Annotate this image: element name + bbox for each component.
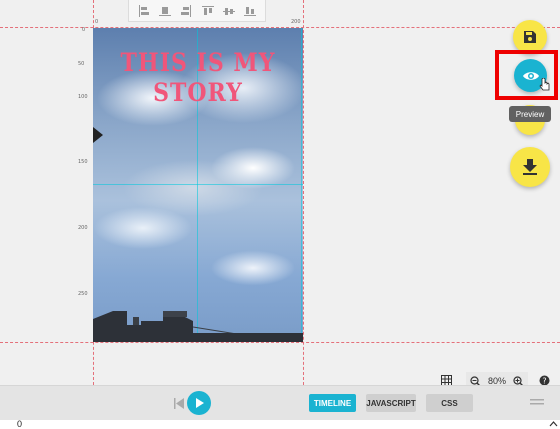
footer-bar: 0 [0, 420, 560, 429]
vertical-ruler: 0 50 100 150 200 250 [78, 25, 90, 345]
preview-tooltip: Preview [509, 106, 551, 122]
play-icon [195, 398, 204, 408]
bottom-bar: TIMELINE JAVASCRIPT CSS [0, 385, 560, 421]
ruler-left-label: 50 [78, 61, 85, 67]
ruler-left-label: 100 [78, 94, 88, 100]
skip-back-icon[interactable] [174, 398, 184, 409]
align-bottom-icon[interactable] [243, 4, 257, 18]
align-center-icon[interactable] [158, 4, 172, 18]
ruler-left-label: 250 [78, 291, 88, 297]
ruler-top-label: 0 [95, 19, 99, 25]
save-button[interactable] [513, 20, 547, 54]
ruler-left-label: 150 [78, 159, 88, 165]
guide-line-right [303, 0, 304, 385]
timeline-handle-arrow[interactable] [93, 127, 103, 143]
align-middle-icon[interactable] [222, 4, 236, 18]
ruler-left-label: 0 [82, 27, 86, 33]
footer-value: 0 [17, 419, 23, 429]
ruler-left-label: 200 [78, 225, 88, 231]
highlight-box [495, 50, 558, 100]
align-top-icon[interactable] [201, 4, 215, 18]
download-button[interactable] [510, 147, 550, 187]
align-left-icon[interactable] [137, 4, 151, 18]
play-button[interactable] [187, 391, 211, 415]
building-silhouette [93, 311, 303, 342]
save-icon [524, 31, 536, 43]
drag-handle-icon[interactable] [530, 399, 544, 405]
chevron-up-icon[interactable] [549, 421, 558, 427]
story-title[interactable]: THIS IS MY STORY [93, 48, 303, 108]
tab-css[interactable]: CSS [426, 394, 473, 412]
alignment-toolbar [128, 0, 266, 22]
download-icon [523, 159, 537, 175]
align-right-icon[interactable] [179, 4, 193, 18]
story-canvas[interactable]: THIS IS MY STORY [93, 28, 303, 342]
tab-javascript[interactable]: JAVASCRIPT [366, 394, 416, 412]
ruler-top-label: 200 [291, 19, 301, 25]
tab-timeline[interactable]: TIMELINE [309, 394, 356, 412]
canvas-grid-line [93, 184, 303, 185]
